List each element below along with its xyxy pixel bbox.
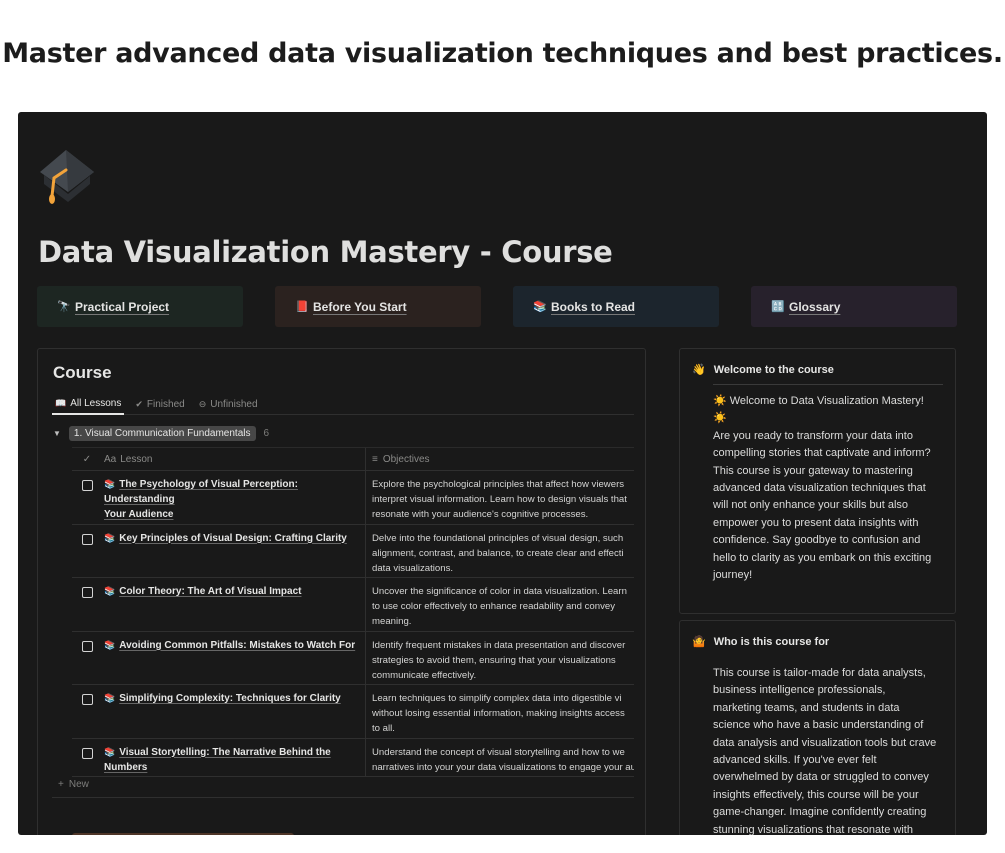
- table-header: ✓ Aa Lesson ≡ Objectives: [72, 447, 634, 471]
- callout-title: Who is this course for: [713, 635, 830, 648]
- lessons-table: ✓ Aa Lesson ≡ Objectives 📚 The Psychology…: [72, 447, 634, 777]
- book-icon: 📚: [104, 693, 116, 703]
- lesson-title-cell[interactable]: 📚 Simplifying Complexity: Techniques for …: [102, 685, 366, 738]
- book-icon: 📚: [104, 479, 116, 489]
- divider: [713, 384, 943, 385]
- lesson-title-cell[interactable]: 📚 Visual Storytelling: The Narrative Behi…: [102, 738, 366, 776]
- callout-body: ☀️ Welcome to Data Visualization Mastery…: [713, 395, 932, 582]
- next-group-tag[interactable]: [72, 833, 294, 835]
- table-row: 📚 Key Principles of Visual Design: Crafti…: [72, 524, 634, 578]
- red-book-icon: 📕: [295, 301, 309, 313]
- objectives-cell[interactable]: Learn techniques to simplify complex dat…: [366, 685, 634, 738]
- page-title: Data Visualization Mastery - Course: [38, 235, 613, 269]
- callout-body: This course is tailor-made for data anal…: [713, 667, 937, 835]
- nav-card-glossary[interactable]: 🔠 Glossary: [751, 286, 957, 327]
- objectives-cell[interactable]: Delve into the foundational principles o…: [366, 525, 634, 578]
- course-heading: Course: [53, 363, 112, 382]
- headline: Master advanced data visualization techn…: [2, 38, 1003, 69]
- group-tag[interactable]: 1. Visual Communication Fundamentals: [68, 426, 256, 441]
- checkbox-column-header[interactable]: ✓: [72, 448, 102, 470]
- column-label: Objectives: [382, 453, 430, 465]
- nav-card-practical-project[interactable]: 🔭 Practical Project: [37, 286, 243, 327]
- check-circle-icon: ✔: [135, 398, 143, 409]
- table-row: 📚 Visual Storytelling: The Narrative Behi…: [72, 738, 634, 777]
- course-database-panel: Course 📖 All Lessons ✔ Finished ⊖ Unfini…: [37, 348, 646, 835]
- lesson-title-cell[interactable]: 📚 Color Theory: The Art of Visual Impact: [102, 578, 366, 631]
- nav-card-books-to-read[interactable]: 📚 Books to Read: [513, 286, 719, 327]
- table-row: 📚 Simplifying Complexity: Techniques for …: [72, 685, 634, 739]
- book-icon: 📚: [104, 639, 116, 650]
- callout-title: Welcome to the course: [713, 363, 834, 376]
- lesson-title-cell[interactable]: 📚 Key Principles of Visual Design: Crafti…: [102, 524, 366, 577]
- book-icon: 📚: [104, 586, 116, 596]
- book-icon: 📚: [104, 746, 116, 757]
- books-icon: 📚: [533, 301, 547, 313]
- table-row: 📚 Avoiding Common Pitfalls: Mistakes to W…: [72, 631, 634, 685]
- finished-checkbox[interactable]: [81, 587, 93, 598]
- view-tabs: 📖 All Lessons ✔ Finished ⊖ Unfinished: [52, 393, 634, 415]
- finished-checkbox[interactable]: [81, 640, 93, 652]
- tab-all-lessons[interactable]: 📖 All Lessons: [52, 393, 125, 415]
- nav-card-label: Practical Project: [75, 299, 170, 314]
- lesson-column-header[interactable]: Aa Lesson: [102, 448, 366, 470]
- notion-page-window: Data Visualization Mastery - Course 🔭 Pr…: [18, 112, 987, 835]
- finished-checkbox[interactable]: [81, 533, 93, 545]
- objectives-cell[interactable]: Uncover the significance of color in dat…: [366, 578, 634, 631]
- divider: [52, 797, 634, 798]
- book-icon: 📚: [104, 532, 116, 543]
- column-label: Lesson: [120, 453, 153, 465]
- plus-icon: +: [58, 779, 64, 790]
- tab-unfinished[interactable]: ⊖ Unfinished: [196, 393, 261, 415]
- nav-card-label: Glossary: [789, 299, 841, 314]
- objectives-column-header[interactable]: ≡ Objectives: [366, 448, 634, 470]
- minus-circle-icon: ⊖: [198, 398, 207, 409]
- audience-callout: 🤷 Who is this course for This course is …: [679, 620, 956, 835]
- new-row-button[interactable]: + New: [58, 779, 89, 790]
- table-row: 📚 The Psychology of Visual Perception: Un…: [72, 471, 634, 525]
- nav-card-label: Before You Start: [313, 299, 407, 314]
- new-row-label: New: [68, 779, 89, 790]
- group-count: 6: [263, 428, 270, 439]
- group-header: ▼ 1. Visual Communication Fundamentals 6: [53, 426, 269, 441]
- check-icon: ✓: [82, 453, 92, 465]
- objectives-cell[interactable]: Identify frequent mistakes in data prese…: [366, 632, 634, 685]
- abc-icon: 🔠: [771, 301, 785, 313]
- telescope-icon: 🔭: [57, 301, 71, 313]
- nav-card-label: Books to Read: [551, 299, 636, 314]
- person-shrugging-icon: 🤷: [692, 636, 706, 648]
- graduation-cap-icon: [40, 150, 94, 204]
- lesson-title-cell[interactable]: 📚 The Psychology of Visual Perception: Un…: [102, 471, 366, 524]
- waving-hand-icon: 👋: [692, 364, 706, 376]
- lesson-title-cell[interactable]: 📚 Avoiding Common Pitfalls: Mistakes to W…: [102, 631, 366, 684]
- nav-card-before-you-start[interactable]: 📕 Before You Start: [275, 286, 481, 327]
- tab-label: All Lessons: [70, 397, 122, 409]
- text-lines-icon: ≡: [372, 453, 378, 465]
- finished-checkbox[interactable]: [81, 747, 93, 759]
- finished-checkbox[interactable]: [81, 480, 93, 491]
- tab-finished[interactable]: ✔ Finished: [132, 393, 187, 415]
- objectives-cell[interactable]: Understand the concept of visual storyte…: [366, 739, 634, 776]
- finished-checkbox[interactable]: [81, 694, 93, 705]
- tab-label: Finished: [146, 398, 185, 410]
- table-row: 📚 Color Theory: The Art of Visual Impact …: [72, 578, 634, 632]
- open-book-icon: 📖: [55, 397, 67, 408]
- title-property-icon: Aa: [104, 453, 117, 465]
- welcome-callout: 👋 Welcome to the course ☀️ Welcome to Da…: [679, 348, 956, 614]
- collapse-triangle-icon[interactable]: ▼: [53, 429, 61, 438]
- tab-label: Unfinished: [210, 398, 258, 410]
- objectives-cell[interactable]: Explore the psychological principles tha…: [366, 471, 634, 524]
